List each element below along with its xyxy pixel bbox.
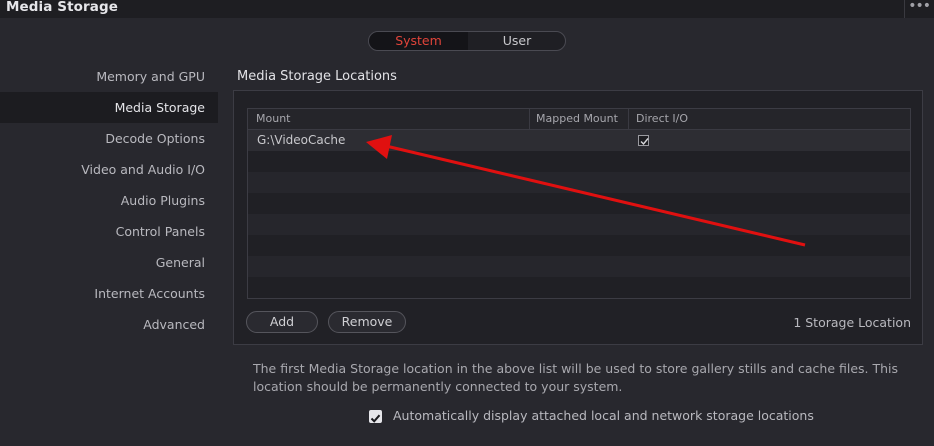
annotation-arrow-icon: [366, 135, 806, 247]
